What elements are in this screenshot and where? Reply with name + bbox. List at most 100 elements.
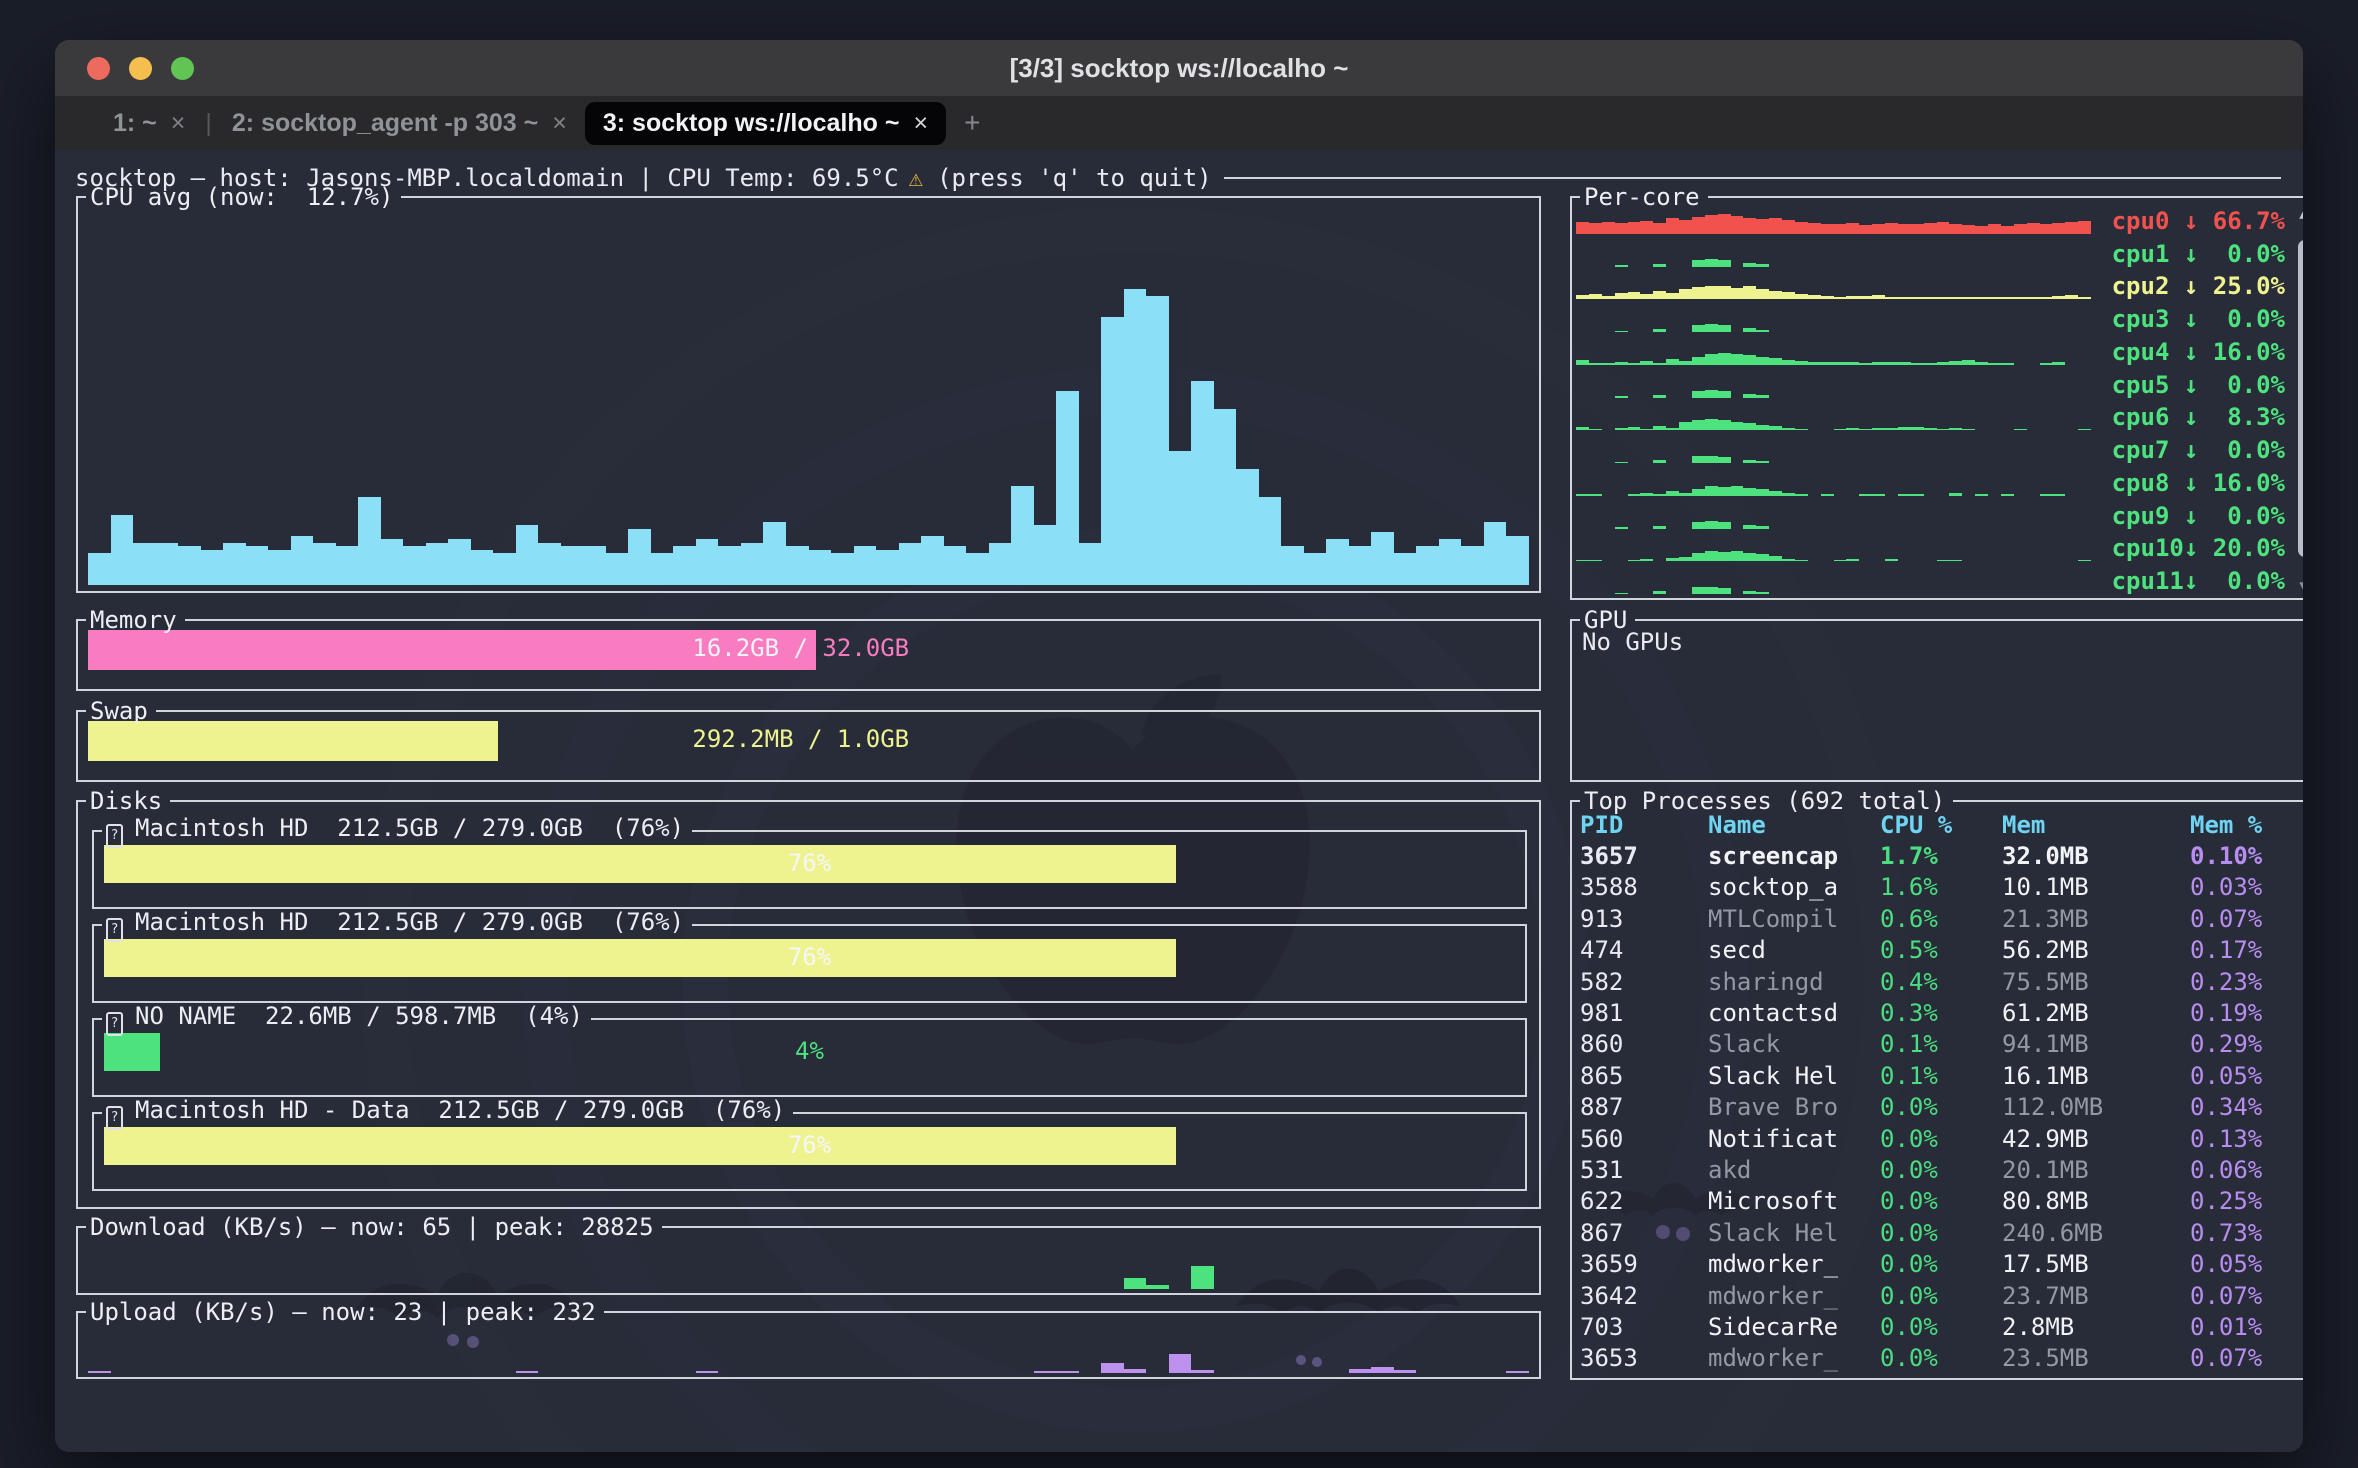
tab-2[interactable]: 2: socktop_agent -p 303 ~ × [214,102,585,145]
process-row[interactable]: 860Slack0.1%94.1MB0.29% [1580,1029,2303,1060]
chart-bar [1214,409,1237,585]
chart-bar [1124,1369,1147,1373]
new-tab-button[interactable]: + [964,107,980,139]
core-row-cpu7: cpu7 ↓ 0.0% [1574,432,2303,465]
core-label: cpu2 ↓ 25.0% [2112,272,2285,300]
gpu-title: GPU [1580,606,1635,634]
disk-panel-3: ?Macintosh HD - Data 212.5GB / 279.0GB (… [92,1113,1527,1191]
tab-1-label: 1: ~ [113,109,157,138]
process-row[interactable]: 703SidecarRe0.0%2.8MB0.01% [1580,1311,2303,1342]
process-row[interactable]: 913MTLCompil0.6%21.3MB0.07% [1580,903,2303,934]
tab-3-active[interactable]: 3: socktop ws://localho ~ × [585,102,946,145]
process-row[interactable]: 3653mdworker_0.0%23.5MB0.07% [1580,1343,2303,1374]
process-cell-mempct: 0.07% [2190,905,2303,933]
process-row[interactable]: 3588socktop_a1.6%10.1MB0.03% [1580,872,2303,903]
process-cell-name: contactsd [1708,999,1880,1027]
process-cell-pid: 860 [1580,1030,1708,1058]
tab-2-label: 2: socktop_agent -p 303 ~ [232,109,538,138]
disk-usage-percent-label: 76% [104,1131,1515,1159]
swap-panel: Swap 292.2MB / 1.0GB [76,711,1541,782]
disk-usage-percent-label: 76% [104,849,1515,877]
process-row[interactable]: 3659mdworker_0.0%17.5MB0.05% [1580,1248,2303,1279]
tab-1-close-icon[interactable]: × [171,109,186,138]
chart-bar [88,553,111,585]
chart-bar [1281,546,1304,585]
scrollbar-thumb[interactable] [2298,240,2303,557]
core-sparkline [1576,339,2091,365]
tab-1[interactable]: 1: ~ × [95,102,203,145]
memory-panel: Memory 16.2GB / 32.0GB [76,620,1541,691]
process-cell-pid: 3653 [1580,1344,1708,1372]
process-table: PIDNameCPU %MemMem %3657screencap1.7%32.… [1580,809,2303,1374]
cpu-avg-panel: CPU avg (now: 12.7%) [76,197,1541,593]
chart-bar [1169,1354,1192,1373]
chart-bar [696,1371,719,1373]
process-cell-mempct: 0.03% [2190,873,2303,901]
process-row[interactable]: 474secd0.5%56.2MB0.17% [1580,935,2303,966]
process-cell-pid: 703 [1580,1313,1708,1341]
chart-bar [741,543,764,585]
process-row[interactable]: 3642mdworker_0.0%23.7MB0.07% [1580,1280,2303,1311]
memory-title: Memory [86,606,185,634]
process-cell-mempct: 0.01% [2190,1313,2303,1341]
chart-bar [1236,469,1259,585]
window-titlebar: [3/3] socktop ws://localho ~ [55,40,2303,96]
process-cell-cpu: 0.0% [1880,1093,2002,1121]
chart-bar [1461,546,1484,585]
process-row[interactable]: 981contactsd0.3%61.2MB0.19% [1580,997,2303,1028]
top-processes-panel: Top Processes (692 total) PIDNameCPU %Me… [1570,801,2303,1380]
tab-3-close-icon[interactable]: × [913,109,928,138]
process-cell-name: screencap [1708,842,1880,870]
process-cell-mempct: 0.05% [2190,1250,2303,1278]
process-cell-mempct: 0.23% [2190,968,2303,996]
close-window-button[interactable] [87,57,110,80]
process-cell-pid: 3659 [1580,1250,1708,1278]
core-row-cpu10: cpu10↓ 20.0% [1574,531,2303,564]
core-sparkline [1576,208,2091,234]
chart-bar [1146,296,1169,585]
process-cell-name: Notificat [1708,1125,1880,1153]
per-core-scrollbar[interactable]: ▲ ▼ [2295,205,2303,592]
core-sparkline [1576,241,2091,267]
scroll-down-icon[interactable]: ▼ [2295,576,2303,598]
process-row[interactable]: 865Slack Hel0.1%16.1MB0.05% [1580,1060,2303,1091]
disk-usage-percent-label: 76% [104,943,1515,971]
chart-bar [133,543,156,585]
core-row-cpu6: cpu6 ↓ 8.3% [1574,400,2303,433]
disk-usage-bar: 76% [104,939,1515,977]
disk-panel-0: ?Macintosh HD 212.5GB / 279.0GB (76%)76% [92,831,1527,909]
chart-bar [291,536,314,585]
zoom-window-button[interactable] [171,57,194,80]
process-row[interactable]: 867Slack Hel0.0%240.6MB0.73% [1580,1217,2303,1248]
process-cell-name: mdworker_ [1708,1282,1880,1310]
minimize-window-button[interactable] [129,57,152,80]
chart-bar [561,546,584,585]
chart-bar [763,522,786,585]
chart-bar [381,539,404,585]
process-row[interactable]: 531akd0.0%20.1MB0.06% [1580,1154,2303,1185]
download-chart [88,1247,1529,1289]
terminal-window: [3/3] socktop ws://localho ~ 1: ~ × | 2:… [55,40,2303,1452]
core-row-cpu4: cpu4 ↓ 16.0% [1574,334,2303,367]
process-row[interactable]: 622Microsoft0.0%80.8MB0.25% [1580,1186,2303,1217]
core-row-cpu9: cpu9 ↓ 0.0% [1574,498,2303,531]
chart-bar [201,550,224,585]
process-cell-mem: 80.8MB [2002,1187,2190,1215]
process-cell-pid: 582 [1580,968,1708,996]
chart-bar [1371,532,1394,585]
chart-bar [1349,1369,1372,1373]
process-row[interactable]: 887Brave Bro0.0%112.0MB0.34% [1580,1092,2303,1123]
tab-2-close-icon[interactable]: × [552,109,567,138]
chart-bar [1191,1370,1214,1373]
process-row[interactable]: 560Notificat0.0%42.9MB0.13% [1580,1123,2303,1154]
process-cell-mem: 10.1MB [2002,873,2190,901]
process-row[interactable]: 582sharingd0.4%75.5MB0.23% [1580,966,2303,997]
chart-bar [718,546,741,585]
process-row[interactable]: 3657screencap1.7%32.0MB0.10% [1580,840,2303,871]
process-cell-mem: 17.5MB [2002,1250,2190,1278]
process-cell-mem: 112.0MB [2002,1093,2190,1121]
scroll-up-icon[interactable]: ▲ [2295,201,2303,223]
process-cell-pid: 531 [1580,1156,1708,1184]
top-processes-title: Top Processes (692 total) [1580,787,1953,815]
tab-separator: | [203,109,214,138]
